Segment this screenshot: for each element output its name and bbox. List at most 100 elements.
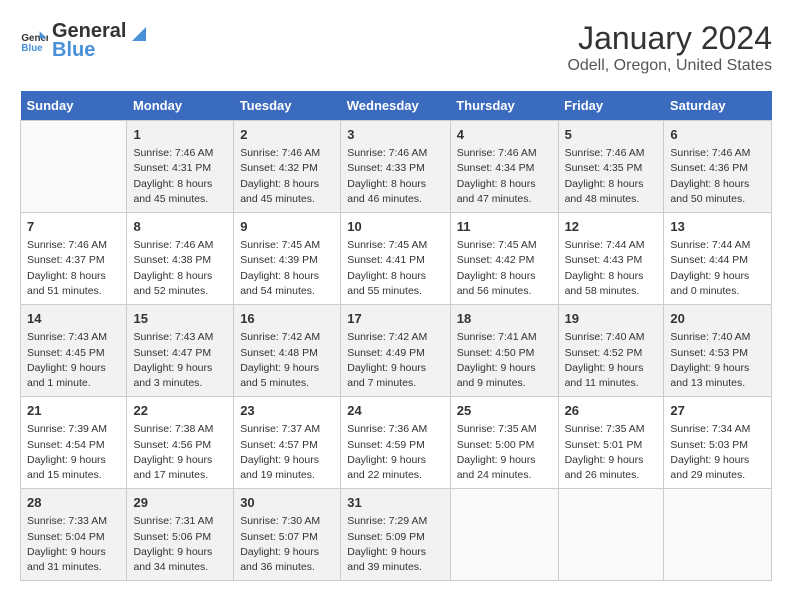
calendar-cell: [664, 489, 772, 581]
page-header: General Blue General Blue January 2024 O…: [20, 20, 772, 75]
calendar-cell: 29 Sunrise: 7:31 AMSunset: 5:06 PMDayligh…: [127, 489, 234, 581]
day-number: 12: [565, 218, 658, 236]
day-info: Sunrise: 7:45 AMSunset: 4:39 PMDaylight:…: [240, 238, 334, 299]
day-info: Sunrise: 7:46 AMSunset: 4:34 PMDaylight:…: [457, 146, 552, 207]
calendar-cell: 20Sunrise: 7:40 AMSunset: 4:53 PMDayligh…: [664, 305, 772, 397]
day-number: 9: [240, 218, 334, 236]
day-number: 10: [347, 218, 443, 236]
weekday-header-monday: Monday: [127, 91, 234, 121]
calendar-cell: 25Sunrise: 7:35 AMSunset: 5:00 PMDayligh…: [450, 397, 558, 489]
calendar-cell: 14 Sunrise: 7:43 AMSunset: 4:45 PMDayligh…: [21, 305, 127, 397]
day-number: 29: [133, 494, 227, 512]
calendar-cell: 4Sunrise: 7:46 AMSunset: 4:34 PMDaylight…: [450, 121, 558, 213]
day-info: Sunrise: 7:30 AMSunset: 5:07 PMDaylight:…: [240, 514, 334, 575]
day-number: 11: [457, 218, 552, 236]
calendar-cell: 19 Sunrise: 7:40 AMSunset: 4:52 PMDayligh…: [558, 305, 664, 397]
day-number: 31: [347, 494, 443, 512]
day-number: 26: [565, 402, 658, 420]
day-info: Sunrise: 7:46 AMSunset: 4:31 PMDaylight:…: [133, 146, 227, 207]
calendar-week-row: 21 Sunrise: 7:39 AMSunset: 4:54 PMDayligh…: [21, 397, 772, 489]
calendar-cell: 27 Sunrise: 7:34 AMSunset: 5:03 PMDayligh…: [664, 397, 772, 489]
title-block: January 2024 Odell, Oregon, United State…: [567, 20, 772, 75]
calendar-cell: 30Sunrise: 7:30 AMSunset: 5:07 PMDayligh…: [234, 489, 341, 581]
calendar-cell: 5Sunrise: 7:46 AMSunset: 4:35 PMDaylight…: [558, 121, 664, 213]
calendar-cell: [558, 489, 664, 581]
day-number: 27: [670, 402, 765, 420]
day-info: Sunrise: 7:40 AMSunset: 4:52 PMDaylight:…: [565, 330, 658, 391]
weekday-header-saturday: Saturday: [664, 91, 772, 121]
day-number: 1: [133, 126, 227, 144]
day-info: Sunrise: 7:33 AMSunset: 5:04 PMDaylight:…: [27, 514, 120, 575]
calendar-cell: 9 Sunrise: 7:45 AMSunset: 4:39 PMDaylight…: [234, 213, 341, 305]
day-number: 21: [27, 402, 120, 420]
day-info: Sunrise: 7:45 AMSunset: 4:42 PMDaylight:…: [457, 238, 552, 299]
day-info: Sunrise: 7:34 AMSunset: 5:03 PMDaylight:…: [670, 422, 765, 483]
day-info: Sunrise: 7:43 AMSunset: 4:45 PMDaylight:…: [27, 330, 120, 391]
day-number: 22: [133, 402, 227, 420]
logo-icon: General Blue: [20, 27, 48, 55]
calendar-cell: 15 Sunrise: 7:43 AMSunset: 4:47 PMDayligh…: [127, 305, 234, 397]
weekday-header-row: SundayMondayTuesdayWednesdayThursdayFrid…: [21, 91, 772, 121]
logo: General Blue General Blue: [20, 20, 150, 62]
weekday-header-thursday: Thursday: [450, 91, 558, 121]
calendar-week-row: 28 Sunrise: 7:33 AMSunset: 5:04 PMDayligh…: [21, 489, 772, 581]
day-info: Sunrise: 7:46 AMSunset: 4:37 PMDaylight:…: [27, 238, 120, 299]
day-number: 14: [27, 310, 120, 328]
day-info: Sunrise: 7:41 AMSunset: 4:50 PMDaylight:…: [457, 330, 552, 391]
day-info: Sunrise: 7:35 AMSunset: 5:00 PMDaylight:…: [457, 422, 552, 483]
calendar-cell: 6 Sunrise: 7:46 AMSunset: 4:36 PMDaylight…: [664, 121, 772, 213]
weekday-header-friday: Friday: [558, 91, 664, 121]
calendar-cell: 3Sunrise: 7:46 AMSunset: 4:33 PMDaylight…: [341, 121, 450, 213]
calendar-subtitle: Odell, Oregon, United States: [567, 57, 772, 75]
day-number: 5: [565, 126, 658, 144]
calendar-cell: 8 Sunrise: 7:46 AMSunset: 4:38 PMDaylight…: [127, 213, 234, 305]
day-info: Sunrise: 7:44 AMSunset: 4:44 PMDaylight:…: [670, 238, 765, 299]
day-number: 13: [670, 218, 765, 236]
day-info: Sunrise: 7:29 AMSunset: 5:09 PMDaylight:…: [347, 514, 443, 575]
day-number: 23: [240, 402, 334, 420]
logo-triangle-icon: [128, 21, 150, 43]
day-number: 8: [133, 218, 227, 236]
calendar-cell: 16 Sunrise: 7:42 AMSunset: 4:48 PMDayligh…: [234, 305, 341, 397]
day-number: 28: [27, 494, 120, 512]
calendar-title: January 2024: [567, 20, 772, 57]
calendar-cell: 22 Sunrise: 7:38 AMSunset: 4:56 PMDayligh…: [127, 397, 234, 489]
day-number: 17: [347, 310, 443, 328]
calendar-cell: 17 Sunrise: 7:42 AMSunset: 4:49 PMDayligh…: [341, 305, 450, 397]
calendar-cell: 1 Sunrise: 7:46 AMSunset: 4:31 PMDaylight…: [127, 121, 234, 213]
day-number: 6: [670, 126, 765, 144]
day-info: Sunrise: 7:42 AMSunset: 4:48 PMDaylight:…: [240, 330, 334, 391]
day-number: 2: [240, 126, 334, 144]
day-info: Sunrise: 7:42 AMSunset: 4:49 PMDaylight:…: [347, 330, 443, 391]
day-number: 3: [347, 126, 443, 144]
day-info: Sunrise: 7:37 AMSunset: 4:57 PMDaylight:…: [240, 422, 334, 483]
calendar-cell: 21 Sunrise: 7:39 AMSunset: 4:54 PMDayligh…: [21, 397, 127, 489]
calendar-cell: 26 Sunrise: 7:35 AMSunset: 5:01 PMDayligh…: [558, 397, 664, 489]
calendar-cell: 2Sunrise: 7:46 AMSunset: 4:32 PMDaylight…: [234, 121, 341, 213]
calendar-week-row: 7 Sunrise: 7:46 AMSunset: 4:37 PMDaylight…: [21, 213, 772, 305]
calendar-cell: 10Sunrise: 7:45 AMSunset: 4:41 PMDayligh…: [341, 213, 450, 305]
day-info: Sunrise: 7:36 AMSunset: 4:59 PMDaylight:…: [347, 422, 443, 483]
calendar-cell: [21, 121, 127, 213]
day-number: 18: [457, 310, 552, 328]
calendar-cell: [450, 489, 558, 581]
svg-text:Blue: Blue: [21, 43, 43, 54]
calendar-cell: 28 Sunrise: 7:33 AMSunset: 5:04 PMDayligh…: [21, 489, 127, 581]
day-info: Sunrise: 7:43 AMSunset: 4:47 PMDaylight:…: [133, 330, 227, 391]
calendar-cell: 31 Sunrise: 7:29 AMSunset: 5:09 PMDayligh…: [341, 489, 450, 581]
day-info: Sunrise: 7:46 AMSunset: 4:38 PMDaylight:…: [133, 238, 227, 299]
day-number: 24: [347, 402, 443, 420]
day-info: Sunrise: 7:31 AMSunset: 5:06 PMDaylight:…: [133, 514, 227, 575]
day-info: Sunrise: 7:46 AMSunset: 4:36 PMDaylight:…: [670, 146, 765, 207]
day-number: 15: [133, 310, 227, 328]
calendar-cell: 11 Sunrise: 7:45 AMSunset: 4:42 PMDayligh…: [450, 213, 558, 305]
day-info: Sunrise: 7:38 AMSunset: 4:56 PMDaylight:…: [133, 422, 227, 483]
calendar-table: SundayMondayTuesdayWednesdayThursdayFrid…: [20, 91, 772, 581]
day-info: Sunrise: 7:35 AMSunset: 5:01 PMDaylight:…: [565, 422, 658, 483]
calendar-week-row: 14 Sunrise: 7:43 AMSunset: 4:45 PMDayligh…: [21, 305, 772, 397]
day-info: Sunrise: 7:44 AMSunset: 4:43 PMDaylight:…: [565, 238, 658, 299]
day-number: 19: [565, 310, 658, 328]
day-info: Sunrise: 7:39 AMSunset: 4:54 PMDaylight:…: [27, 422, 120, 483]
day-number: 7: [27, 218, 120, 236]
day-number: 16: [240, 310, 334, 328]
